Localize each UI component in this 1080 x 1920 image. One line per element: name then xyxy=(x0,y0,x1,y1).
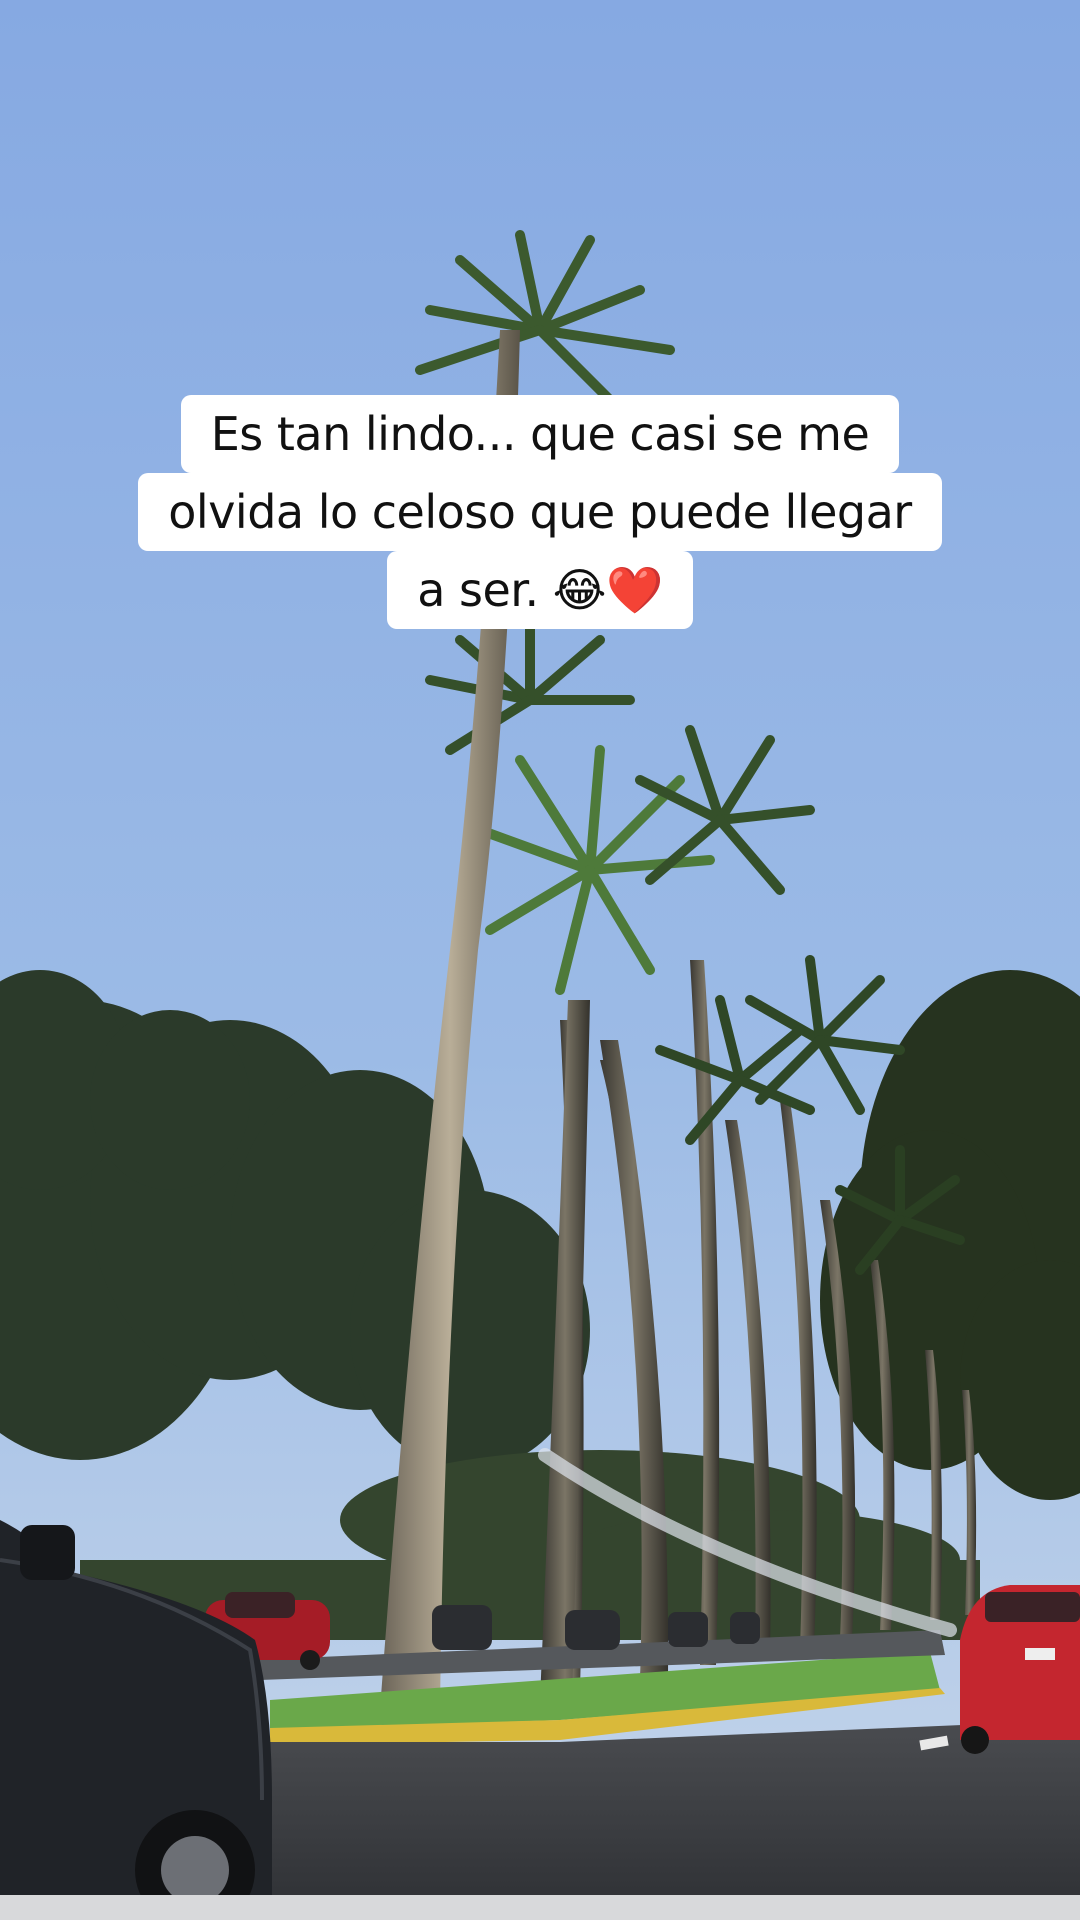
caption-line-1: Es tan lindo... que casi se me xyxy=(180,395,900,473)
red-suv xyxy=(960,1585,1080,1754)
caption-line-3: a ser. 😂❤️ xyxy=(387,551,693,629)
side-mirror xyxy=(20,1525,75,1580)
caption-line-2: olvida lo celoso que puede llegar xyxy=(138,473,942,551)
street-photo xyxy=(0,0,1080,1920)
photo-scene: Es tan lindo... que casi se me olvida lo… xyxy=(0,0,1080,1920)
caption-overlay: Es tan lindo... que casi se me olvida lo… xyxy=(0,395,1080,629)
dashboard-edge xyxy=(0,1895,1080,1920)
